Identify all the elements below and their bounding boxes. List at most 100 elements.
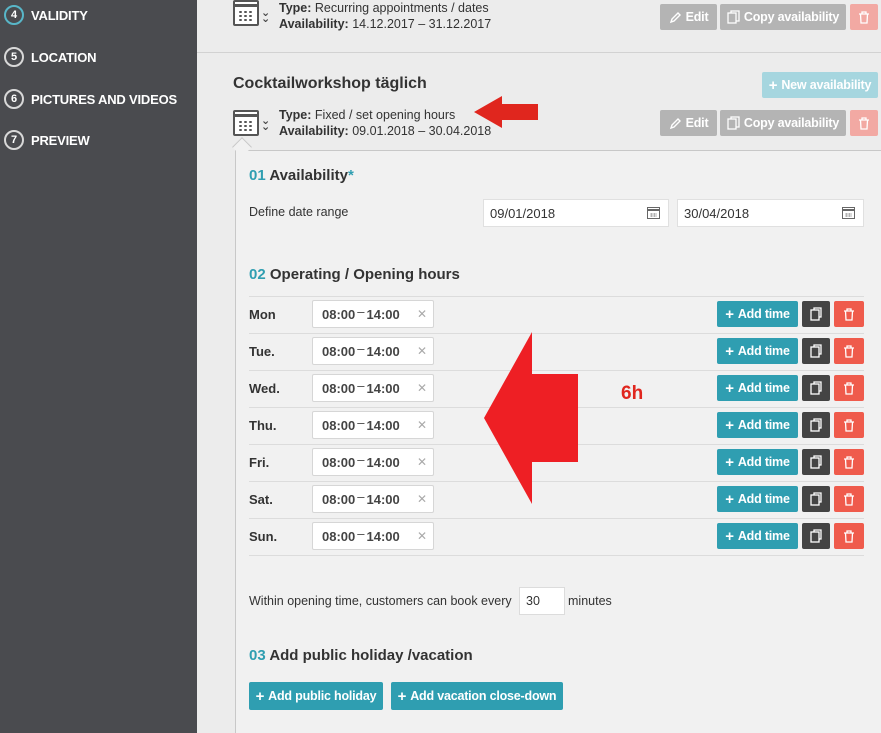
time-separator: – <box>357 377 365 393</box>
day-name: Mon <box>249 307 276 322</box>
calendar-icon[interactable] <box>842 207 855 219</box>
add-time-button[interactable]: + Add time <box>717 375 798 401</box>
time-to: 14:00 <box>366 454 400 470</box>
day-row: Sun. 08:00–14:00 ✕ + Add time <box>249 518 864 555</box>
copy-day-button[interactable] <box>802 449 830 475</box>
add-time-button[interactable]: + Add time <box>717 412 798 438</box>
add-vacation-button[interactable]: + Add vacation close-down <box>391 682 563 710</box>
add-time-button[interactable]: + Add time <box>717 449 798 475</box>
add-time-button[interactable]: + Add time <box>717 486 798 512</box>
step-number: 4 <box>4 5 24 25</box>
copy-label: Copy availability <box>743 10 840 24</box>
booking-interval-input[interactable]: 30 <box>519 587 565 615</box>
copy-icon <box>810 307 822 321</box>
copy-availability-button[interactable]: Copy availability <box>720 110 846 136</box>
time-from: 08:00 <box>322 380 356 396</box>
time-range-field[interactable]: 08:00–14:00 ✕ <box>312 411 434 439</box>
edit-label: Edit <box>685 10 709 24</box>
new-availability-button[interactable]: + New availability <box>762 72 878 98</box>
top-copy-availability-button[interactable]: Copy availability <box>720 4 846 30</box>
delete-day-button[interactable] <box>834 375 864 401</box>
copy-icon <box>810 529 822 543</box>
time-separator: – <box>357 340 365 356</box>
section-number: 02 <box>249 266 266 283</box>
remove-time-icon[interactable]: ✕ <box>417 381 427 395</box>
remove-time-icon[interactable]: ✕ <box>417 344 427 358</box>
booking-interval-text-after: minutes <box>568 594 612 608</box>
day-name: Fri. <box>249 455 270 470</box>
day-name: Thu. <box>249 418 277 433</box>
delete-day-button[interactable] <box>834 338 864 364</box>
plus-icon: + <box>725 416 734 434</box>
time-range-field[interactable]: 08:00–14:00 ✕ <box>312 485 434 513</box>
expand-chevron-icon[interactable]: ⌄ ⌄ <box>261 7 270 24</box>
day-name: Sat. <box>249 492 273 507</box>
sidebar-step-location[interactable]: 5 LOCATION <box>4 46 97 68</box>
delete-day-button[interactable] <box>834 523 864 549</box>
remove-time-icon[interactable]: ✕ <box>417 455 427 469</box>
add-holiday-label: Add public holiday <box>268 689 377 703</box>
copy-day-button[interactable] <box>802 301 830 327</box>
time-to: 14:00 <box>366 417 400 433</box>
copy-day-button[interactable] <box>802 338 830 364</box>
end-date-input[interactable]: 30/04/2018 <box>677 199 864 227</box>
copy-day-button[interactable] <box>802 375 830 401</box>
end-date-value: 30/04/2018 <box>684 205 750 221</box>
copy-day-button[interactable] <box>802 486 830 512</box>
time-range-field[interactable]: 08:00–14:00 ✕ <box>312 448 434 476</box>
section-title: Operating / Opening hours <box>269 266 460 283</box>
edit-button[interactable]: Edit <box>660 110 717 136</box>
start-date-input[interactable]: 09/01/2018 <box>483 199 669 227</box>
step-label: PICTURES AND VIDEOS <box>31 91 177 107</box>
remove-time-icon[interactable]: ✕ <box>417 492 427 506</box>
day-name: Sun. <box>249 529 278 544</box>
time-range-field[interactable]: 08:00–14:00 ✕ <box>312 522 434 550</box>
copy-day-button[interactable] <box>802 523 830 549</box>
add-time-button[interactable]: + Add time <box>717 301 798 327</box>
add-time-label: Add time <box>737 381 790 395</box>
top-entry-availability: Availability: 14.12.2017 – 31.12.2017 <box>279 16 491 32</box>
delete-day-button[interactable] <box>834 449 864 475</box>
time-range-field[interactable]: 08:00–14:00 ✕ <box>312 374 434 402</box>
step-label: PREVIEW <box>31 132 90 148</box>
delete-button[interactable] <box>850 110 878 136</box>
delete-day-button[interactable] <box>834 486 864 512</box>
add-time-label: Add time <box>737 307 790 321</box>
sidebar-step-validity[interactable]: 4 VALIDITY <box>4 4 88 26</box>
remove-time-icon[interactable]: ✕ <box>417 307 427 321</box>
start-date-value: 09/01/2018 <box>490 205 556 221</box>
copy-icon <box>727 10 740 24</box>
add-time-button[interactable]: + Add time <box>717 338 798 364</box>
step-number: 7 <box>4 130 24 150</box>
product-availability: Availability: 09.01.2018 – 30.04.2018 <box>279 123 491 139</box>
divider <box>249 555 864 556</box>
annotation-duration-text: 6h <box>621 383 644 404</box>
trash-icon <box>844 492 854 506</box>
add-public-holiday-button[interactable]: + Add public holiday <box>249 682 383 710</box>
delete-day-button[interactable] <box>834 412 864 438</box>
copy-day-button[interactable] <box>802 412 830 438</box>
remove-time-icon[interactable]: ✕ <box>417 418 427 432</box>
time-range-field[interactable]: 08:00–14:00 ✕ <box>312 337 434 365</box>
plus-icon: + <box>725 490 734 508</box>
time-range-field[interactable]: 08:00–14:00 ✕ <box>312 300 434 328</box>
remove-time-icon[interactable]: ✕ <box>417 529 427 543</box>
time-separator: – <box>357 488 365 504</box>
plus-icon: + <box>725 527 734 545</box>
expand-chevron-icon[interactable]: ⌄ ⌄ <box>261 115 270 132</box>
add-time-button[interactable]: + Add time <box>717 523 798 549</box>
sidebar-step-preview[interactable]: 7 PREVIEW <box>4 129 90 151</box>
trash-icon <box>844 344 854 358</box>
top-edit-button[interactable]: Edit <box>660 4 717 30</box>
divider <box>197 52 881 53</box>
sidebar: 4 VALIDITY 5 LOCATION 6 PICTURES AND VID… <box>0 0 197 733</box>
type-value: Recurring appointments / dates <box>314 1 489 15</box>
sidebar-step-pictures[interactable]: 6 PICTURES AND VIDEOS <box>4 88 177 110</box>
pencil-icon <box>669 117 681 129</box>
day-name: Wed. <box>249 381 280 396</box>
trash-icon <box>844 529 854 543</box>
top-delete-button[interactable] <box>850 4 878 30</box>
section-title: Add public holiday /vacation <box>269 647 473 664</box>
calendar-icon[interactable] <box>647 207 660 219</box>
delete-day-button[interactable] <box>834 301 864 327</box>
